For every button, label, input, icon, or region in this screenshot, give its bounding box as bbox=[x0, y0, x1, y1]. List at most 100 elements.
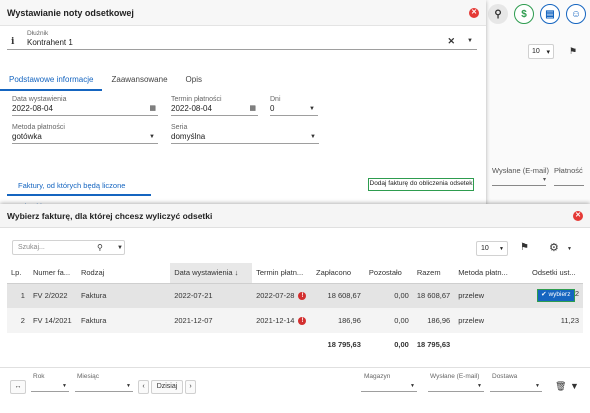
cell-method: przelew bbox=[454, 308, 528, 333]
column-header-due-date[interactable]: Termin płatn... bbox=[252, 263, 313, 284]
email-filter[interactable]: ▾ bbox=[492, 176, 546, 186]
cell-kind: Faktura bbox=[76, 283, 171, 308]
column-header-email: Wysłane (E-mail) bbox=[492, 166, 550, 175]
days-label: Dni bbox=[270, 96, 281, 103]
tab-advanced[interactable]: Zaawansowane bbox=[102, 72, 176, 91]
delivery-select[interactable]: ▼ bbox=[490, 378, 542, 392]
page-size-select[interactable]: 10 ▾ bbox=[528, 44, 554, 59]
tab-basic-info[interactable]: Podstawowe informacje bbox=[0, 72, 103, 91]
year-select[interactable]: ▼ bbox=[31, 378, 69, 392]
trash-icon[interactable]: 🗑 bbox=[555, 381, 566, 392]
arrows-horizontal-icon: ↔ bbox=[14, 383, 22, 390]
series-select[interactable]: domyślna ▼ bbox=[171, 132, 319, 144]
gear-icon[interactable]: ⚙ bbox=[549, 241, 559, 254]
chevron-right-icon: › bbox=[189, 383, 192, 390]
close-icon[interactable]: ✕ bbox=[469, 7, 479, 18]
payment-method-label: Metoda płatności bbox=[12, 124, 65, 131]
column-header-kind[interactable]: Rodzaj bbox=[76, 263, 171, 284]
tag-icon[interactable]: ⚑ bbox=[569, 46, 577, 57]
due-date-value: 2022-08-04 bbox=[171, 104, 212, 113]
table-row[interactable]: 2 FV 14/2021 Faktura 2021-12-07 2021-12-… bbox=[7, 308, 583, 333]
month-select[interactable]: ▼ bbox=[75, 378, 133, 392]
search-input[interactable]: Szukaj... ⚲ ▼ bbox=[12, 240, 125, 255]
previous-period-button[interactable]: ‹ bbox=[138, 380, 149, 394]
cell-interest: 11,23 bbox=[527, 308, 583, 333]
note-tabs: Podstawowe informacje Zaawansowane Opis bbox=[0, 72, 486, 91]
tab-description[interactable]: Opis bbox=[177, 72, 211, 91]
calendar-icon[interactable]: ▦ bbox=[249, 104, 256, 112]
days-select[interactable]: 0 ▼ bbox=[270, 104, 318, 116]
choose-button-label: wybierz bbox=[548, 291, 571, 299]
search-icon[interactable]: ⚲ bbox=[488, 4, 508, 24]
clear-icon[interactable]: ✕ bbox=[447, 36, 455, 47]
column-header-number[interactable]: Numer fa... bbox=[28, 263, 77, 284]
column-header-interest[interactable]: Odsetki ust... bbox=[527, 263, 583, 284]
calendar-icon[interactable]: ▦ bbox=[149, 104, 156, 112]
due-date-field[interactable]: 2022-08-04 ▦ bbox=[171, 104, 258, 116]
column-header-total[interactable]: Razem bbox=[412, 263, 455, 284]
filter-icon[interactable]: ▼ bbox=[570, 381, 579, 391]
warehouse-select[interactable]: ▼ bbox=[361, 378, 417, 392]
choose-button[interactable]: ✔ wybierz bbox=[536, 289, 575, 303]
page-size-select[interactable]: 10 ▼ bbox=[476, 241, 508, 256]
column-header-lp[interactable]: Lp. bbox=[7, 263, 29, 284]
cell-paid: 186,96 bbox=[312, 308, 365, 333]
column-header-remaining[interactable]: Pozostało bbox=[364, 263, 413, 284]
today-button[interactable]: Dzisiaj bbox=[151, 380, 183, 394]
add-invoice-button[interactable]: Dodaj fakturę do obliczenia odsetek bbox=[368, 178, 474, 191]
cell-number: FV 14/2021 bbox=[28, 308, 77, 333]
tab-invoices[interactable]: Faktury, od których będą liczone odsetki bbox=[7, 175, 151, 211]
warning-icon: ! bbox=[298, 317, 307, 325]
dialog-title: Wybierz fakturę, dla której chcesz wylic… bbox=[7, 210, 213, 221]
user-icon[interactable]: ☺ bbox=[566, 4, 586, 24]
cell-lp: 2 bbox=[7, 308, 29, 333]
column-header-method[interactable]: Metoda płatn... bbox=[454, 263, 528, 284]
cell-lp: 1 bbox=[7, 283, 29, 308]
book-icon[interactable]: ▤ bbox=[540, 4, 560, 24]
dialog-header: Wystawianie noty odsetkowej ✕ bbox=[0, 0, 486, 26]
chevron-down-icon[interactable]: ▼ bbox=[467, 38, 473, 44]
cell-kind: Faktura bbox=[76, 308, 171, 333]
column-header-paid[interactable]: Zapłacono bbox=[312, 263, 365, 284]
cell-method: przelew bbox=[454, 283, 528, 308]
next-period-button[interactable]: › bbox=[185, 380, 196, 394]
cell-total: 186,96 bbox=[412, 308, 455, 333]
cell-due-date: 2021-12-14! bbox=[252, 308, 313, 333]
search-icon[interactable]: ⚲ bbox=[97, 243, 103, 252]
filter-footer: ↔ Rok ▼ Miesiąc ▼ ‹ Dzisiaj › Magazyn ▼ … bbox=[0, 367, 590, 407]
chevron-down-icon: ▼ bbox=[410, 383, 415, 389]
total-paid: 18 795,63 bbox=[312, 333, 365, 355]
days-value: 0 bbox=[270, 104, 275, 113]
payment-method-select[interactable]: gotówka ▼ bbox=[12, 132, 158, 144]
chevron-down-icon: ▼ bbox=[62, 383, 67, 389]
totals-row: 18 795,63 0,00 18 795,63 bbox=[7, 333, 583, 355]
column-header-issue-date[interactable]: Data wystawienia ↓ bbox=[170, 263, 253, 284]
email-filter-select[interactable]: ▼ bbox=[428, 378, 484, 392]
chevron-left-icon: ‹ bbox=[142, 383, 145, 390]
sort-desc-icon: ↓ bbox=[234, 268, 239, 278]
chevron-down-icon: ▼ bbox=[149, 134, 155, 140]
invoice-table: Lp. Numer fa... Rodzaj Data wystawienia … bbox=[7, 263, 583, 355]
issue-date-label: Data wystawienia bbox=[12, 96, 67, 103]
cell-due-date: 2022-07-28! bbox=[252, 283, 313, 308]
chevron-down-icon[interactable]: ▼ bbox=[117, 245, 123, 251]
dollar-icon[interactable]: $ bbox=[514, 4, 534, 24]
payment-filter[interactable] bbox=[554, 176, 584, 186]
due-date-text: 2021-12-14 bbox=[256, 315, 295, 325]
warning-icon: ! bbox=[298, 292, 307, 301]
dialog-header: Wybierz fakturę, dla której chcesz wylic… bbox=[0, 204, 590, 228]
chevron-down-icon: ▼ bbox=[535, 383, 540, 389]
table-row[interactable]: 1 FV 2/2022 Faktura 2022-07-21 2022-07-2… bbox=[7, 283, 583, 308]
total-total: 18 795,63 bbox=[412, 333, 455, 355]
chevron-down-icon[interactable]: ▼ bbox=[567, 246, 572, 252]
expand-columns-button[interactable]: ↔ bbox=[10, 380, 26, 394]
search-placeholder: Szukaj... bbox=[18, 244, 45, 251]
debtor-field[interactable]: i Dłużnik Kontrahent 1 ✕ ▼ bbox=[7, 30, 477, 50]
close-icon[interactable]: ✕ bbox=[573, 210, 583, 221]
issue-date-field[interactable]: 2022-08-04 ▦ bbox=[12, 104, 158, 116]
page-size-value: 10 bbox=[481, 245, 489, 252]
cell-interest: ✔ wybierz 2 bbox=[527, 283, 583, 308]
info-icon: i bbox=[11, 37, 15, 47]
cell-number: FV 2/2022 bbox=[28, 283, 77, 308]
tag-icon[interactable]: ⚑ bbox=[520, 242, 529, 253]
